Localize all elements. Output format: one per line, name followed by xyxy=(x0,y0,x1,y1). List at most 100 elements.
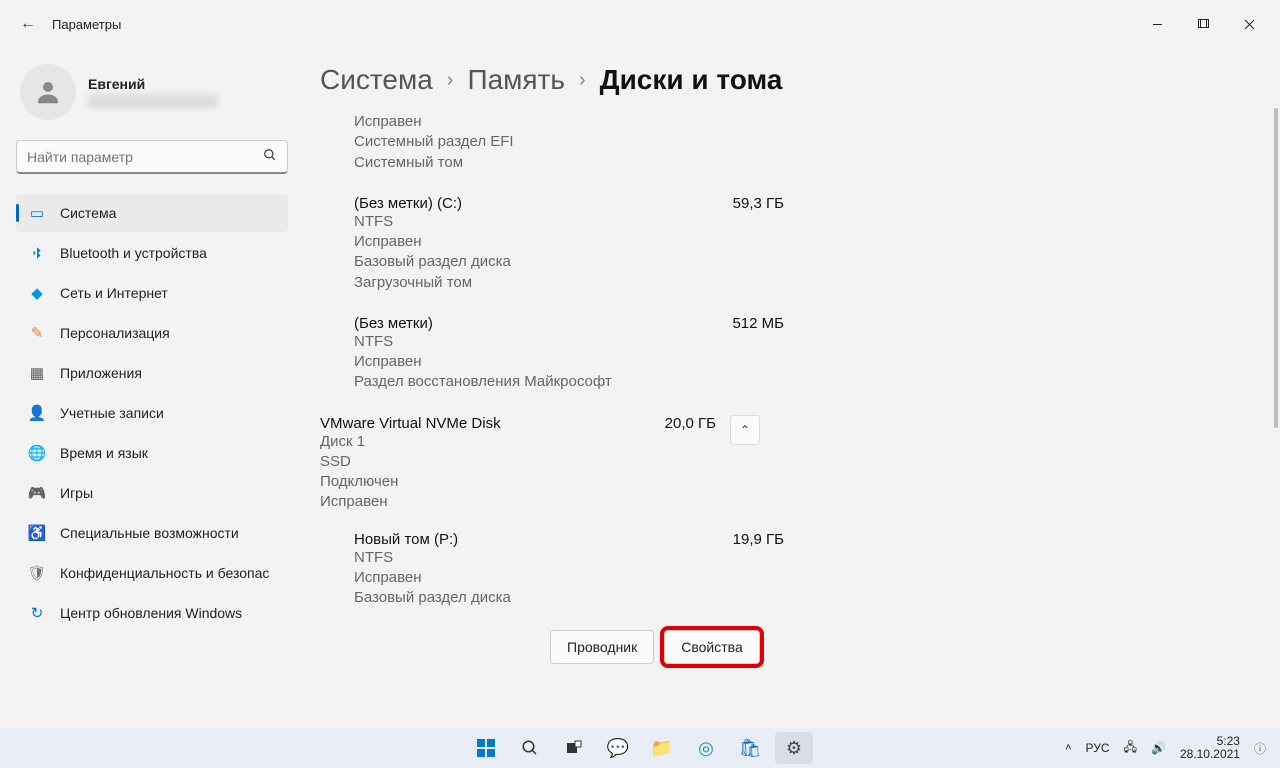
close-button[interactable] xyxy=(1226,8,1272,40)
task-view-button[interactable] xyxy=(555,732,593,764)
avatar xyxy=(20,64,76,120)
breadcrumb: Система › Память › Диски и тома xyxy=(320,64,1256,96)
edge-button[interactable]: ◎ xyxy=(687,732,725,764)
maximize-button[interactable] xyxy=(1180,8,1226,40)
explorer-button[interactable]: 📁 xyxy=(643,732,681,764)
search-box[interactable] xyxy=(16,140,288,174)
volume-status: Исправен xyxy=(354,232,784,252)
explorer-button[interactable]: Проводник xyxy=(550,630,654,664)
disk-title: VMware Virtual NVMe Disk xyxy=(320,415,665,432)
volume-size: 19,9 ГБ xyxy=(733,531,784,548)
date-text: 28.10.2021 xyxy=(1180,748,1240,761)
disk-media: SSD xyxy=(320,452,665,472)
volume-icon[interactable]: 🔊 xyxy=(1151,741,1166,755)
titlebar: ← Параметры xyxy=(0,0,1280,48)
accessibility-icon: ♿ xyxy=(28,524,46,542)
volume-type: Раздел восстановления Майкрософт xyxy=(354,372,784,392)
tray-overflow-button[interactable]: ˄ xyxy=(1065,742,1071,754)
nav-update[interactable]: ↻ Центр обновления Windows xyxy=(16,594,288,632)
language-indicator[interactable]: РУС xyxy=(1086,741,1110,755)
back-button[interactable]: ← xyxy=(8,4,48,44)
nav-privacy[interactable]: 🛡 Конфиденциальность и безопас xyxy=(16,554,288,592)
gamepad-icon: 🎮 xyxy=(28,484,46,502)
nav-label: Центр обновления Windows xyxy=(60,605,242,621)
crumb-system[interactable]: Система xyxy=(320,64,433,96)
search-button[interactable] xyxy=(511,732,549,764)
disk-1[interactable]: VMware Virtual NVMe Disk Диск 1 SSD Подк… xyxy=(320,415,760,513)
nav-personalization[interactable]: ✎Персонализация xyxy=(16,314,288,352)
chevron-right-icon: › xyxy=(579,69,586,92)
nav-apps[interactable]: ▦ Приложения xyxy=(16,354,288,392)
settings-button[interactable]: ⚙ xyxy=(775,732,813,764)
nav-label: Сеть и Интернет xyxy=(60,285,168,301)
disk-state: Подключен xyxy=(320,472,665,492)
nav-time[interactable]: 🌐 Время и язык xyxy=(16,434,288,472)
volume-c[interactable]: (Без метки) (C:) 59,3 ГБ NTFS Исправен Б… xyxy=(354,195,784,293)
nav-label: Время и язык xyxy=(60,445,148,461)
chevron-up-icon: ⌃ xyxy=(740,423,750,437)
clock[interactable]: 5:23 28.10.2021 xyxy=(1180,735,1240,761)
disk-health: Исправен xyxy=(320,492,665,512)
disk-number: Диск 1 xyxy=(320,432,665,452)
person-icon xyxy=(33,77,63,107)
disk-size: 20,0 ГБ xyxy=(665,415,724,432)
volume-size: 59,3 ГБ xyxy=(733,195,784,212)
user-email-blurred xyxy=(88,94,218,108)
nav-gaming[interactable]: 🎮 Игры xyxy=(16,474,288,512)
volume-p[interactable]: Новый том (P:) 19,9 ГБ NTFS Исправен Баз… xyxy=(354,531,784,609)
nav-label: Учетные записи xyxy=(60,405,164,421)
nav-label: Игры xyxy=(60,485,93,501)
volume-status: Исправен xyxy=(354,112,784,132)
scrollbar[interactable] xyxy=(1274,108,1278,428)
bluetooth-icon xyxy=(28,244,46,262)
volume-title: (Без метки) (C:) xyxy=(354,195,462,212)
crumb-storage[interactable]: Память xyxy=(467,64,565,96)
volume-role: Системный том xyxy=(354,153,784,173)
user-name: Евгений xyxy=(88,76,218,92)
shield-icon: 🛡 xyxy=(28,564,46,582)
sync-icon: ↻ xyxy=(28,604,46,622)
app-title: Параметры xyxy=(52,17,121,32)
main-panel: Система › Память › Диски и тома Исправен… xyxy=(300,48,1280,728)
store-button[interactable]: 🛍 xyxy=(731,732,769,764)
chevron-right-icon: › xyxy=(447,69,454,92)
nav-label: Система xyxy=(60,205,116,221)
properties-button[interactable]: Свойства xyxy=(664,630,759,664)
volume-type: Базовый раздел диска xyxy=(354,252,784,272)
volume-title: (Без метки) xyxy=(354,315,433,332)
window-controls xyxy=(1134,8,1272,40)
nav-label: Приложения xyxy=(60,365,142,381)
globe-icon: 🌐 xyxy=(28,444,46,462)
volume-title: Новый том (P:) xyxy=(354,531,458,548)
volume-role: Загрузочный том xyxy=(354,273,784,293)
nav-accessibility[interactable]: ♿Специальные возможности xyxy=(16,514,288,552)
user-block[interactable]: Евгений xyxy=(20,64,288,120)
display-icon: ▭ xyxy=(28,204,46,222)
nav-label: Конфиденциальность и безопас xyxy=(60,565,269,581)
start-button[interactable] xyxy=(467,732,505,764)
nav-bluetooth[interactable]: Bluetooth и устройства xyxy=(16,234,288,272)
volume-type: Системный раздел EFI xyxy=(354,132,784,152)
system-tray: ˄ РУС 🖧 🔊 5:23 28.10.2021 ⓘ xyxy=(1065,735,1280,761)
person-icon: 👤 xyxy=(28,404,46,422)
volume-efi-partial[interactable]: Исправен Системный раздел EFI Системный … xyxy=(354,112,784,173)
volume-size: 512 МБ xyxy=(732,315,784,332)
taskbar: 💬 📁 ◎ 🛍 ⚙ ˄ РУС 🖧 🔊 5:23 28.10.2021 ⓘ xyxy=(0,728,1280,768)
volume-fs: NTFS xyxy=(354,212,784,232)
nav-network[interactable]: ◆Сеть и Интернет xyxy=(16,274,288,312)
volume-fs: NTFS xyxy=(354,548,784,568)
nav-system[interactable]: ▭ Система xyxy=(16,194,288,232)
volume-recovery[interactable]: (Без метки) 512 МБ NTFS Исправен Раздел … xyxy=(354,315,784,393)
minimize-button[interactable] xyxy=(1134,8,1180,40)
volume-status: Исправен xyxy=(354,352,784,372)
grid-icon: ▦ xyxy=(28,364,46,382)
network-icon[interactable]: 🖧 xyxy=(1124,738,1137,759)
nav-label: Персонализация xyxy=(60,325,170,341)
search-input[interactable] xyxy=(27,149,263,165)
collapse-button[interactable]: ⌃ xyxy=(730,415,760,445)
search-icon xyxy=(263,148,277,165)
notifications-button[interactable]: ⓘ xyxy=(1254,740,1266,757)
volume-status: Исправен xyxy=(354,568,784,588)
nav-accounts[interactable]: 👤 Учетные записи xyxy=(16,394,288,432)
chat-button[interactable]: 💬 xyxy=(599,732,637,764)
